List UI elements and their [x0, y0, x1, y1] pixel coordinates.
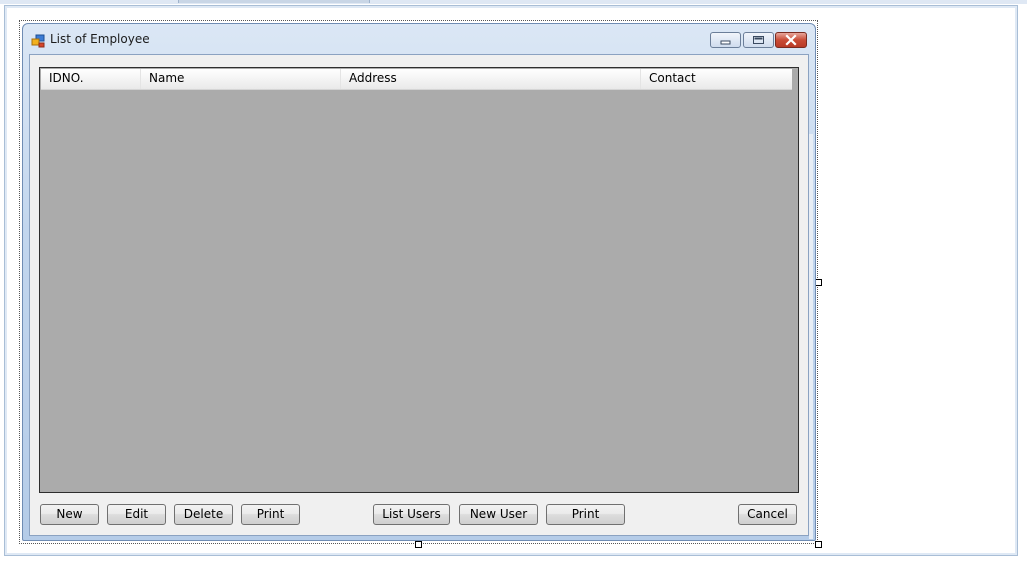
- print-users-button[interactable]: Print: [546, 504, 625, 525]
- minimize-button[interactable]: [710, 32, 741, 48]
- resize-handle-bottom[interactable]: [415, 541, 422, 548]
- resize-handle-corner[interactable]: [815, 541, 822, 548]
- cancel-button[interactable]: Cancel: [738, 504, 797, 525]
- edit-button[interactable]: Edit: [107, 504, 166, 525]
- close-button[interactable]: [775, 32, 807, 48]
- resize-handle-right[interactable]: [815, 279, 822, 286]
- maximize-icon: [753, 36, 764, 44]
- form-title: List of Employee: [50, 32, 150, 46]
- new-user-button[interactable]: New User: [459, 504, 538, 525]
- form-app-icon: [31, 34, 45, 48]
- form-client-area: IDNO. Name Address Contact New Edit Dele…: [29, 54, 809, 536]
- designer-tab[interactable]: [178, 0, 370, 3]
- new-button[interactable]: New: [40, 504, 99, 525]
- column-header-name[interactable]: Name: [141, 69, 341, 89]
- grid-header-row: IDNO. Name Address Contact: [41, 69, 792, 90]
- column-header-contact[interactable]: Contact: [641, 69, 792, 89]
- column-header-idno[interactable]: IDNO.: [41, 69, 141, 89]
- maximize-button[interactable]: [743, 32, 774, 48]
- column-header-address[interactable]: Address: [341, 69, 641, 89]
- close-icon: [785, 34, 797, 46]
- print-button[interactable]: Print: [241, 504, 300, 525]
- form-right-edge: [809, 134, 813, 539]
- grid-body-empty[interactable]: [41, 90, 797, 491]
- list-users-button[interactable]: List Users: [373, 504, 450, 525]
- employee-data-grid[interactable]: IDNO. Name Address Contact: [39, 67, 799, 493]
- delete-button[interactable]: Delete: [174, 504, 233, 525]
- minimize-icon: [720, 40, 731, 45]
- designer-top-strip: [0, 0, 1027, 4]
- employee-list-form: List of Employee IDNO. Name Address Cont…: [22, 23, 816, 541]
